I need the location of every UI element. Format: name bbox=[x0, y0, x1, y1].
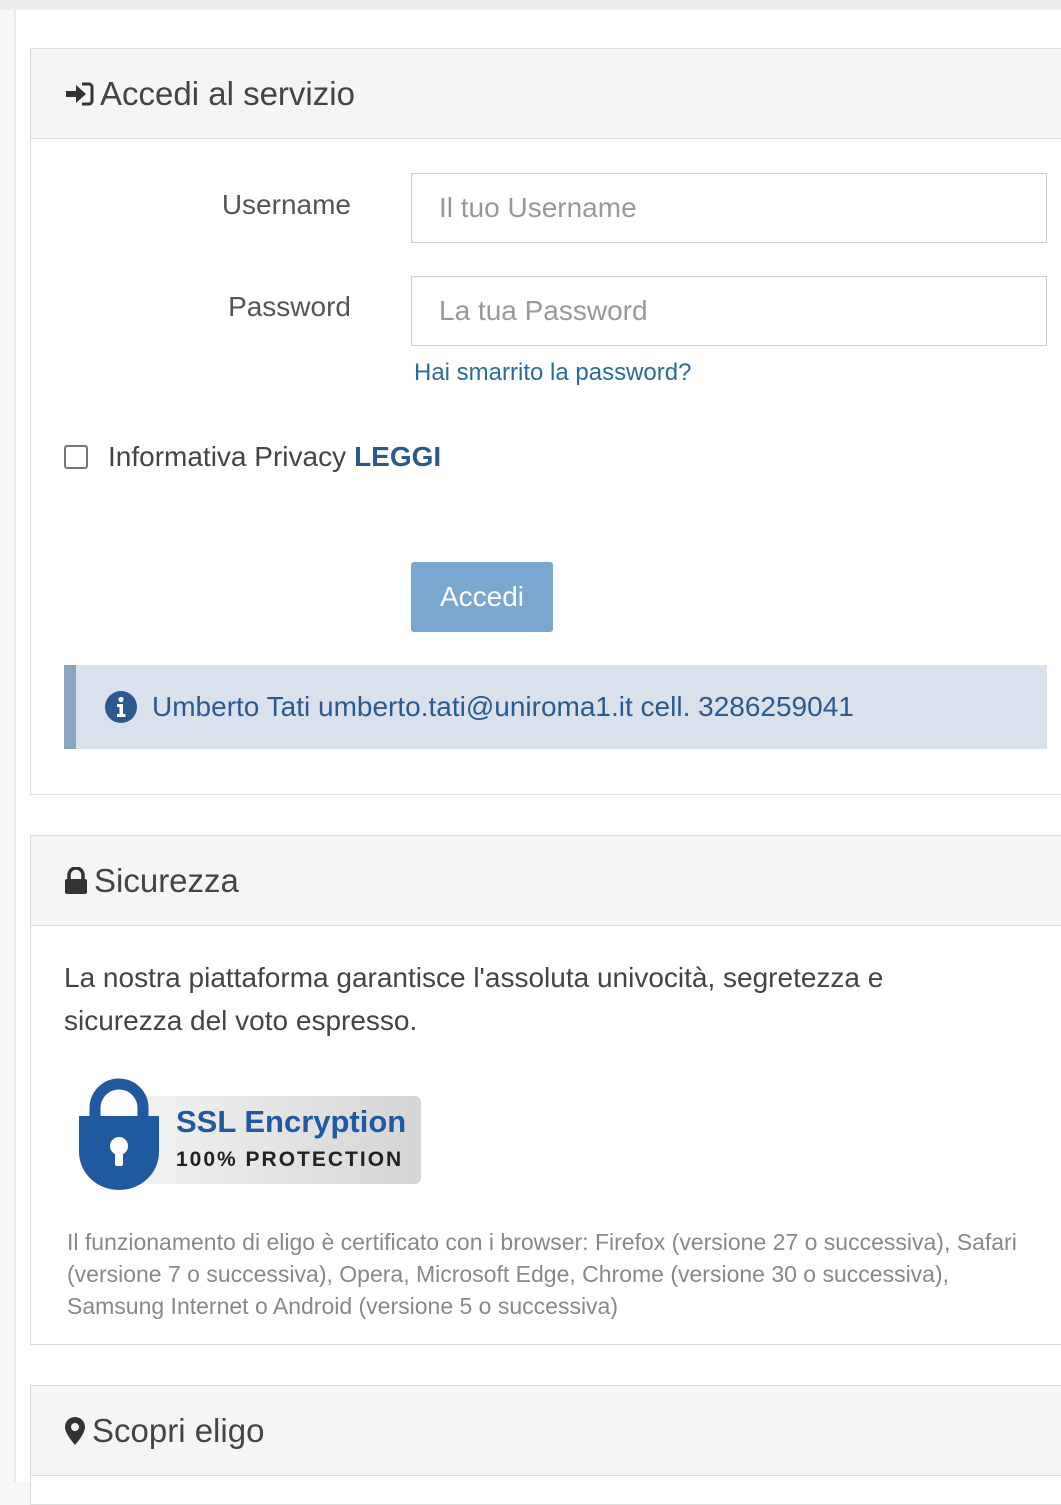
map-marker-icon bbox=[64, 1416, 86, 1446]
login-panel-heading: Accedi al servizio bbox=[31, 49, 1061, 139]
username-input[interactable]: Il tuo Username bbox=[411, 173, 1047, 243]
discover-panel-heading: Scopri eligo bbox=[31, 1386, 1061, 1476]
password-input[interactable]: La tua Password bbox=[411, 276, 1047, 346]
security-description: La nostra piattaforma garantisce l'assol… bbox=[64, 962, 884, 1036]
ssl-badge-subtitle: 100% PROTECTION bbox=[176, 1148, 404, 1171]
contact-info-text: Umberto Tati umberto.tati@uniroma1.it ce… bbox=[152, 691, 854, 722]
lock-icon bbox=[64, 866, 88, 895]
forgot-password-link[interactable]: Hai smarrito la password? bbox=[414, 359, 691, 387]
password-label: Password bbox=[228, 291, 351, 322]
info-circle-icon bbox=[104, 690, 138, 724]
discover-title: Scopri eligo bbox=[92, 1411, 265, 1449]
browser-compatibility-text: Il funzionamento di eligo è certificato … bbox=[67, 1229, 1017, 1319]
discover-panel: Scopri eligo bbox=[30, 1385, 1061, 1505]
login-panel: Accedi al servizio Username Il tuo Usern… bbox=[30, 48, 1061, 795]
privacy-read-link[interactable]: LEGGI bbox=[354, 441, 441, 473]
sign-in-icon bbox=[64, 81, 94, 107]
privacy-label: Informativa Privacy bbox=[108, 441, 347, 472]
top-border bbox=[0, 0, 1061, 10]
ssl-badge-title: SSL Encryption bbox=[176, 1104, 407, 1139]
username-label: Username bbox=[221, 189, 351, 220]
privacy-checkbox[interactable] bbox=[64, 445, 88, 469]
login-title: Accedi al servizio bbox=[100, 74, 355, 112]
privacy-consent: Informativa Privacy LEGGI bbox=[64, 441, 441, 473]
contact-info-box: Umberto Tati umberto.tati@uniroma1.it ce… bbox=[64, 665, 1047, 749]
login-button[interactable]: Accedi bbox=[411, 562, 553, 632]
security-panel: Sicurezza La nostra piattaforma garantis… bbox=[30, 835, 1061, 1345]
security-title: Sicurezza bbox=[94, 861, 239, 899]
security-panel-heading: Sicurezza bbox=[31, 836, 1061, 926]
